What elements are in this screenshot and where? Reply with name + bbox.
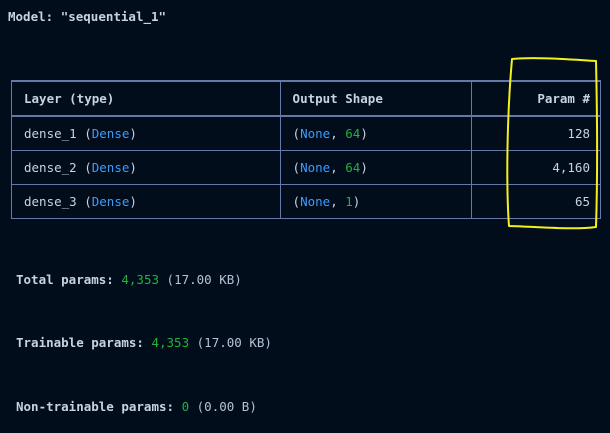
header-param-count: Param #	[471, 80, 601, 117]
layer-name: dense_2	[24, 160, 77, 175]
header-layer-type: Layer (type)	[11, 80, 281, 117]
shape-separator: ,	[330, 126, 346, 141]
header-output-shape: Output Shape	[279, 80, 473, 117]
param-count-cell: 65	[471, 184, 601, 219]
layer-class: Dense	[91, 160, 130, 175]
shape-cell: (None, 64)	[279, 116, 473, 151]
shape-close-paren: )	[352, 194, 361, 209]
non-trainable-params-value: 0	[181, 399, 190, 414]
total-params-value: 4,353	[121, 272, 160, 287]
shape-close-paren: )	[360, 160, 368, 175]
layer-open-paren: (	[84, 126, 92, 141]
shape-open-paren: (	[292, 126, 301, 141]
shape-cell: (None, 64)	[279, 150, 473, 185]
layer-cell: dense_1 (Dense)	[11, 116, 281, 151]
shape-none: None	[300, 194, 331, 209]
layer-class: Dense	[91, 194, 130, 209]
layer-close-paren: )	[129, 194, 137, 209]
layer-name: dense_3	[24, 194, 77, 209]
model-summary-table: Layer (type) Output Shape Param # dense_…	[11, 80, 601, 219]
shape-close-paren: )	[360, 126, 368, 141]
shape-open-paren: (	[292, 160, 301, 175]
non-trainable-params-label: Non-trainable params:	[16, 399, 175, 414]
shape-separator: ,	[330, 160, 346, 175]
shape-none: None	[300, 160, 331, 175]
shape-dim: 1	[345, 194, 353, 209]
model-title: Model: "sequential_1"	[8, 9, 166, 24]
shape-open-paren: (	[292, 194, 301, 209]
layer-cell: dense_2 (Dense)	[11, 150, 281, 185]
shape-cell: (None, 1)	[279, 184, 473, 219]
total-params: Total params: 4,353 (17.00 KB)	[16, 272, 242, 287]
trainable-params-size: (17.00 KB)	[196, 335, 272, 350]
layer-open-paren: (	[84, 160, 92, 175]
table-header-row: Layer (type) Output Shape Param #	[11, 80, 601, 117]
trainable-params-value: 4,353	[151, 335, 190, 350]
table-row: dense_3 (Dense) (None, 1) 65	[11, 184, 601, 219]
layer-open-paren: (	[84, 194, 92, 209]
total-params-label: Total params:	[16, 272, 114, 287]
table-row: dense_1 (Dense) (None, 64) 128	[11, 116, 601, 151]
non-trainable-params: Non-trainable params: 0 (0.00 B)	[16, 399, 257, 414]
param-count-cell: 4,160	[471, 150, 601, 185]
total-params-size: (17.00 KB)	[166, 272, 242, 287]
shape-separator: ,	[330, 194, 346, 209]
shape-dim: 64	[345, 126, 361, 141]
layer-close-paren: )	[129, 126, 137, 141]
model-label: Model:	[8, 9, 54, 24]
non-trainable-params-size: (0.00 B)	[196, 399, 257, 414]
model-name: "sequential_1"	[60, 9, 167, 24]
table-row: dense_2 (Dense) (None, 64) 4,160	[11, 150, 601, 185]
param-count-cell: 128	[471, 116, 601, 151]
layer-name: dense_1	[24, 126, 77, 141]
shape-dim: 64	[345, 160, 361, 175]
trainable-params-label: Trainable params:	[16, 335, 144, 350]
layer-class: Dense	[91, 126, 130, 141]
layer-close-paren: )	[129, 160, 137, 175]
trainable-params: Trainable params: 4,353 (17.00 KB)	[16, 335, 272, 350]
shape-none: None	[300, 126, 331, 141]
layer-cell: dense_3 (Dense)	[11, 184, 281, 219]
